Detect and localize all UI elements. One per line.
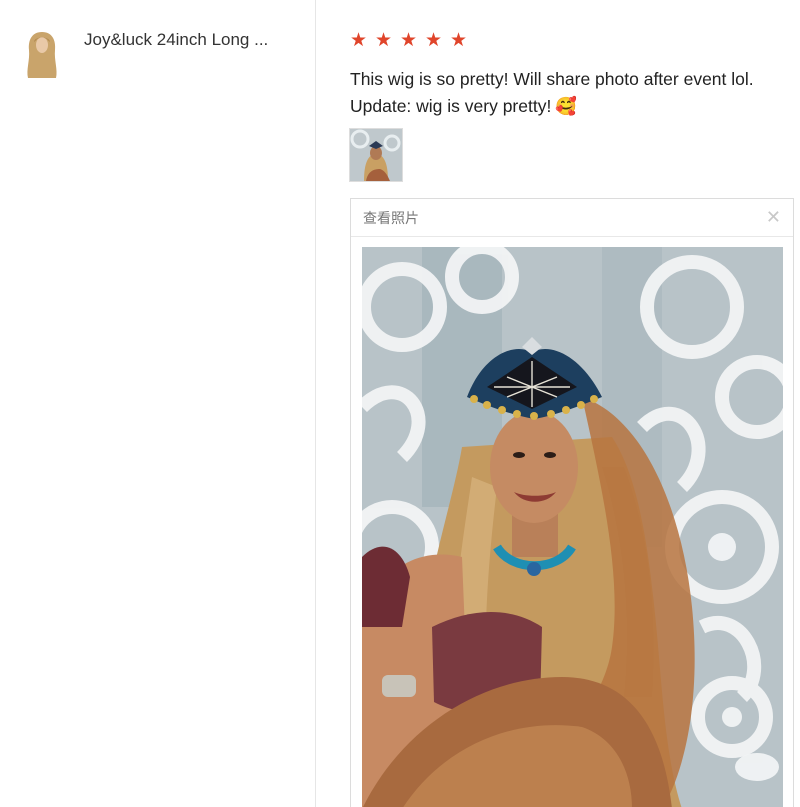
star-icon: ★ [399, 30, 418, 51]
rating-stars: ★ ★ ★ ★ ★ [348, 30, 469, 52]
star-icon: ★ [424, 30, 443, 51]
review-line-1: This wig is so pretty! Will share photo … [350, 69, 754, 89]
star-icon: ★ [349, 30, 368, 51]
review-photo [362, 247, 783, 807]
product-name[interactable]: Joy&luck 24inch Long ... [84, 30, 268, 50]
review-text: This wig is so pretty! Will share photo … [350, 66, 795, 120]
wig-thumbnail-icon[interactable] [22, 28, 62, 80]
close-icon[interactable]: ✕ [766, 207, 781, 227]
review-photo-thumbnail[interactable] [349, 128, 403, 182]
smiling-face-with-hearts-icon: 🥰 [555, 96, 578, 116]
review-photo-thumbnail-icon [350, 129, 402, 181]
review-page: Joy&luck 24inch Long ... ★ ★ ★ ★ ★ This … [0, 0, 800, 807]
review-line-2-text: Update: wig is very pretty! [350, 96, 552, 116]
product-column: Joy&luck 24inch Long ... [0, 0, 316, 807]
star-icon: ★ [374, 30, 393, 51]
review-column: ★ ★ ★ ★ ★ This wig is so pretty! Will sh… [317, 0, 800, 807]
star-icon: ★ [449, 30, 468, 51]
photo-viewer-header: 查看照片 ✕ [351, 199, 793, 237]
photo-viewer-title: 查看照片 [363, 210, 419, 226]
review-line-2: Update: wig is very pretty! 🥰 [350, 93, 795, 120]
photo-viewer: 查看照片 ✕ [350, 198, 794, 807]
review-photo-large-icon [362, 247, 783, 807]
